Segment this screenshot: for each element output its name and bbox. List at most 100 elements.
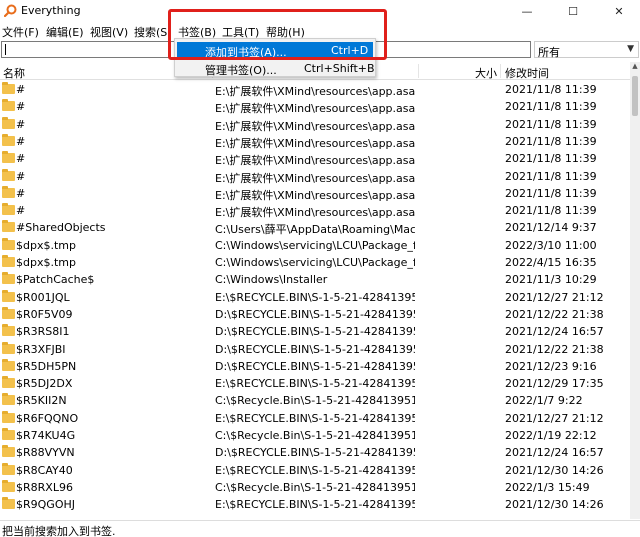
column-size-header[interactable]: 大小 [475,65,497,81]
table-row[interactable]: # E:\扩展软件\XMind\resources\app.asar.u... 20… [0,133,630,150]
chevron-down-icon: ▼ [627,44,634,54]
menu-file[interactable]: 文件(F) [2,24,39,40]
file-modified: 2021/11/8 11:39 [505,134,597,148]
file-name: $R8CAY40 [16,463,73,477]
table-row[interactable]: # E:\扩展软件\XMind\resources\app.asar.u... 20… [0,81,630,98]
title-bar: Everything — ☐ ✕ [0,0,640,22]
menu-item-label: 管理书签(O)... [205,64,277,77]
file-name: $R5DH5PN [16,359,77,373]
menu-item-manage-bookmarks[interactable]: 管理书签(O)... Ctrl+Shift+B [177,60,375,77]
table-row[interactable]: $R3XFJBI D:\$RECYCLE.BIN\S-1-5-21-4284139… [0,341,630,358]
file-name: #SharedObjects [16,221,106,235]
file-name: # [16,152,26,166]
file-modified: 2021/11/8 11:39 [505,204,597,218]
table-row[interactable]: $R5DJ2DX E:\$RECYCLE.BIN\S-1-5-21-4284139… [0,375,630,392]
menu-edit[interactable]: 编辑(E) [46,24,84,40]
file-modified: 2021/12/23 9:16 [505,359,597,373]
table-row[interactable]: # E:\扩展软件\XMind\resources\app.asar.u... 20… [0,98,630,115]
table-row[interactable]: $R0F5V09 D:\$RECYCLE.BIN\S-1-5-21-4284139… [0,306,630,323]
file-name: $PatchCache$ [16,273,95,287]
table-row[interactable]: $R5KII2N C:\$Recycle.Bin\S-1-5-21-4284139… [0,392,630,409]
file-modified: 2022/1/3 15:49 [505,480,590,494]
filter-select[interactable]: 所有 ▼ [534,41,639,59]
close-button[interactable]: ✕ [596,0,640,22]
column-modified-header[interactable]: 修改时间 [505,65,549,81]
file-path: D:\$RECYCLE.BIN\S-1-5-21-4284139513-... [215,359,415,373]
file-modified: 2021/11/3 10:29 [505,273,597,287]
folder-icon [2,82,15,94]
file-modified: 2021/11/8 11:39 [505,83,597,96]
results-list: # E:\扩展软件\XMind\resources\app.asar.u... 20… [0,81,630,519]
table-row[interactable]: $PatchCache$ C:\Windows\Installer 2021/11/… [0,271,630,288]
table-row[interactable]: # E:\扩展软件\XMind\resources\app.asar.u... 20… [0,116,630,133]
file-name: # [16,169,26,183]
menu-view[interactable]: 视图(V) [90,24,128,40]
file-name: $R3XFJBI [16,342,66,356]
menu-item-shortcut: Ctrl+Shift+B [304,62,375,75]
file-modified: 2021/12/22 21:38 [505,307,604,321]
table-row[interactable]: $R8CAY40 E:\$RECYCLE.BIN\S-1-5-21-4284139… [0,462,630,479]
table-row[interactable]: $R74KU4G C:\$Recycle.Bin\S-1-5-21-4284139… [0,427,630,444]
folder-icon [2,185,15,198]
file-path: C:\Windows\servicing\LCU\Package_for_... [215,238,415,252]
table-row[interactable]: # E:\扩展软件\XMind\resources\app.asar.u... 20… [0,150,630,167]
folder-icon [2,445,15,458]
minimize-button[interactable]: — [504,0,550,22]
file-name: # [16,83,26,96]
magnifier-app-icon [4,4,17,17]
file-path: D:\$RECYCLE.BIN\S-1-5-21-4284139513-... [215,325,415,339]
table-row[interactable]: $R001JQL E:\$RECYCLE.BIN\S-1-5-21-4284139… [0,289,630,306]
window-title: Everything [21,4,81,17]
table-row[interactable]: $dpx$.tmp C:\Windows\servicing\LCU\Packag… [0,237,630,254]
folder-icon [2,255,15,267]
file-name: # [16,100,26,114]
file-modified: 2022/1/7 9:22 [505,394,583,408]
folder-icon [2,289,15,302]
folder-icon [2,428,15,440]
table-row[interactable]: $dpx$.tmp C:\Windows\servicing\LCU\Packag… [0,254,630,271]
file-name: $R74KU4G [16,429,76,442]
menu-search[interactable]: 搜索(S) [134,24,172,40]
file-path: C:\Windows\servicing\LCU\Package_for_... [215,256,415,269]
table-row[interactable]: $R5DH5PN D:\$RECYCLE.BIN\S-1-5-21-4284139… [0,358,630,375]
file-name: # [16,134,26,148]
table-row[interactable]: $R3RS8I1 D:\$RECYCLE.BIN\S-1-5-21-4284139… [0,323,630,340]
scroll-up-icon[interactable]: ▲ [630,62,640,74]
file-name: # [16,117,26,131]
file-modified: 2022/1/19 22:12 [505,429,597,442]
status-bar: 把当前搜索加入到书签. [0,520,640,537]
file-name: $R001JQL [16,290,70,304]
table-row[interactable]: # E:\扩展软件\XMind\resources\app.asar.u... 20… [0,168,630,185]
table-row[interactable]: $R9QGOHJ E:\$RECYCLE.BIN\S-1-5-21-4284139… [0,496,630,513]
file-modified: 2021/12/30 14:26 [505,498,604,512]
scroll-thumb[interactable] [632,76,638,116]
table-row[interactable]: $R88VYVN D:\$RECYCLE.BIN\S-1-5-21-4284139… [0,444,630,461]
filter-value: 所有 [538,46,560,59]
vertical-scrollbar[interactable]: ▲ [630,62,640,519]
file-modified: 2021/11/8 11:39 [505,186,597,200]
column-name-header[interactable]: 名称 [3,65,25,81]
file-modified: 2021/12/29 17:35 [505,377,604,391]
file-modified: 2021/11/8 11:39 [505,169,597,183]
status-text: 把当前搜索加入到书签. [2,525,116,537]
file-path: E:\扩展软件\XMind\resources\app.asar.u... [215,171,415,185]
file-modified: 2021/11/8 11:39 [505,117,597,131]
column-divider[interactable] [418,64,419,78]
folder-icon [2,497,15,510]
table-row[interactable]: # E:\扩展软件\XMind\resources\app.asar.u... 20… [0,185,630,202]
table-row[interactable]: $R8RXL96 C:\$Recycle.Bin\S-1-5-21-4284139… [0,479,630,496]
menu-item-shortcut: Ctrl+D [331,44,369,57]
table-row[interactable]: #SharedObjects C:\Users\薛平\AppData\Roamin… [0,219,630,236]
file-name: $R5KII2N [16,394,67,408]
menu-bar: 文件(F) 编辑(E) 视图(V) 搜索(S) 书签(B) 工具(T) 帮助(H… [0,22,640,39]
folder-icon [2,168,15,181]
file-path: E:\$RECYCLE.BIN\S-1-5-21-4284139513-... [215,290,415,304]
table-row[interactable]: # E:\扩展软件\XMind\resources\app.asar.u... 20… [0,202,630,219]
menu-item-add-bookmark[interactable]: 添加到书签(A)... Ctrl+D [177,42,373,59]
menu-item-label: 添加到书签(A)... [205,46,287,59]
table-row[interactable]: $R6FQQNO E:\$RECYCLE.BIN\S-1-5-21-4284139… [0,410,630,427]
file-path: E:\$RECYCLE.BIN\S-1-5-21-4284139513-... [215,463,415,477]
file-path: C:\$Recycle.Bin\S-1-5-21-4284139513-14..… [215,394,415,408]
maximize-button[interactable]: ☐ [550,0,596,22]
column-divider[interactable] [500,64,501,78]
